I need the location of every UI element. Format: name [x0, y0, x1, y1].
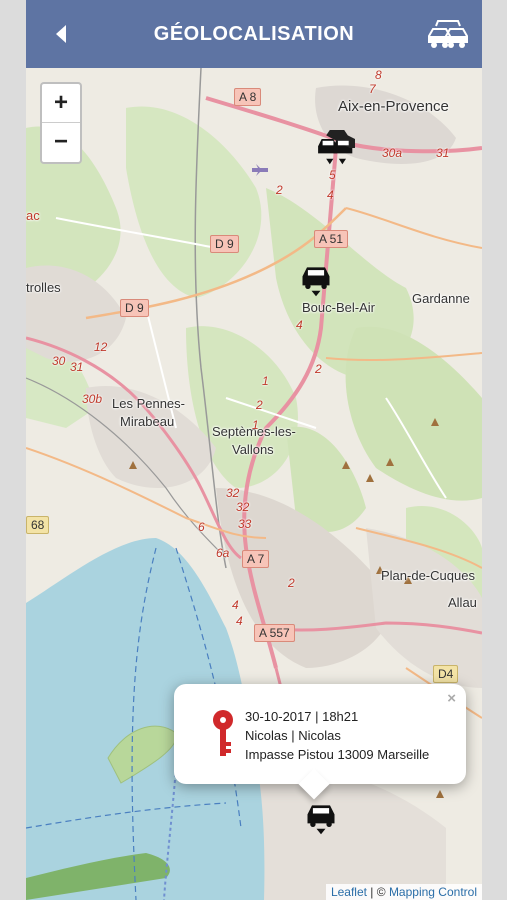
road-a8: A 8	[234, 88, 262, 106]
place-plan-de-cuques: Plan-de-Cuques	[381, 568, 475, 583]
top-bar: GÉOLOCALISATION	[26, 0, 482, 68]
road-a557: A 557	[254, 624, 295, 642]
cars-icon[interactable]	[426, 18, 470, 52]
route-number: 4	[296, 318, 303, 332]
place-ac: ac	[26, 208, 40, 223]
route-number: 33	[238, 517, 252, 531]
popup-driver: Nicolas | Nicolas	[245, 728, 341, 743]
place-bouc-bel-air: Bouc-Bel-Air	[302, 300, 375, 315]
place-vitrolles: trolles	[26, 280, 61, 295]
road-68: 68	[26, 516, 50, 534]
popup-close-button[interactable]: ×	[447, 690, 456, 707]
app-frame: GÉOLOCALISATION Aix-en-Provence Bouc-Bel…	[26, 0, 482, 900]
road-d9-left: D 9	[120, 299, 149, 317]
route-number: 2	[288, 576, 295, 590]
road-a51: A 51	[314, 230, 349, 248]
popup-address: Impasse Pistou 13009 Marseille	[245, 747, 430, 762]
place-gardanne: Gardanne	[412, 291, 470, 306]
route-number: 4	[232, 598, 239, 612]
key-icon	[213, 710, 233, 756]
popup-datetime: 30-10-2017 | 18h21	[245, 709, 359, 724]
place-les-pennes: Les Pennes-	[112, 396, 185, 411]
place-vallons: Vallons	[232, 442, 274, 457]
vehicle-marker-selected[interactable]	[304, 800, 338, 836]
route-number: 31	[70, 360, 84, 374]
route-number: 6	[198, 520, 205, 534]
zoom-in-button[interactable]: +	[42, 84, 80, 123]
zoom-control: + −	[40, 82, 82, 164]
road-d4: D4	[433, 665, 459, 683]
route-number: 2	[256, 398, 263, 412]
route-number: 30b	[82, 392, 103, 406]
route-number: 7	[369, 82, 376, 96]
attribution-separator: | ©	[366, 885, 389, 899]
route-number: 32	[236, 500, 250, 514]
map-attribution: Leaflet | © Mapping Control	[325, 884, 482, 900]
place-mirabeau: Mirabeau	[120, 414, 175, 429]
route-number: 1	[252, 418, 259, 432]
route-number: 30	[52, 354, 66, 368]
popup-details: 30-10-2017 | 18h21 Nicolas | Nicolas Imp…	[245, 707, 429, 764]
vehicle-group-marker[interactable]	[313, 130, 361, 166]
route-number: 6a	[216, 546, 230, 560]
leaflet-link[interactable]: Leaflet	[331, 885, 367, 899]
route-number: 2	[315, 362, 322, 376]
route-number: 1	[262, 374, 269, 388]
route-number: 2	[276, 183, 283, 197]
route-number: 31	[436, 146, 450, 160]
route-number: 5	[329, 168, 336, 182]
map-view[interactable]: Aix-en-Provence Bouc-Bel-Air Gardanne tr…	[26, 68, 482, 900]
zoom-out-button[interactable]: −	[42, 123, 80, 161]
route-number: 8	[375, 68, 382, 82]
provider-link[interactable]: Mapping Control	[389, 885, 477, 899]
place-aix-en-provence: Aix-en-Provence	[338, 98, 449, 115]
road-a7: A 7	[242, 550, 270, 568]
route-number: 12	[94, 340, 108, 354]
route-number: 4	[236, 614, 243, 628]
chevron-left-icon[interactable]	[52, 22, 72, 46]
vehicle-marker[interactable]	[299, 262, 333, 298]
road-d9-top: D 9	[210, 235, 239, 253]
route-number: 30a	[382, 146, 403, 160]
route-number: 4	[327, 188, 334, 202]
route-number: 32	[226, 486, 240, 500]
place-allau: Allau	[448, 595, 477, 610]
vehicle-info-popup: × 30-10-2017 | 18h21 Nicolas | Nicolas I…	[174, 684, 466, 800]
page-title: GÉOLOCALISATION	[153, 23, 355, 45]
